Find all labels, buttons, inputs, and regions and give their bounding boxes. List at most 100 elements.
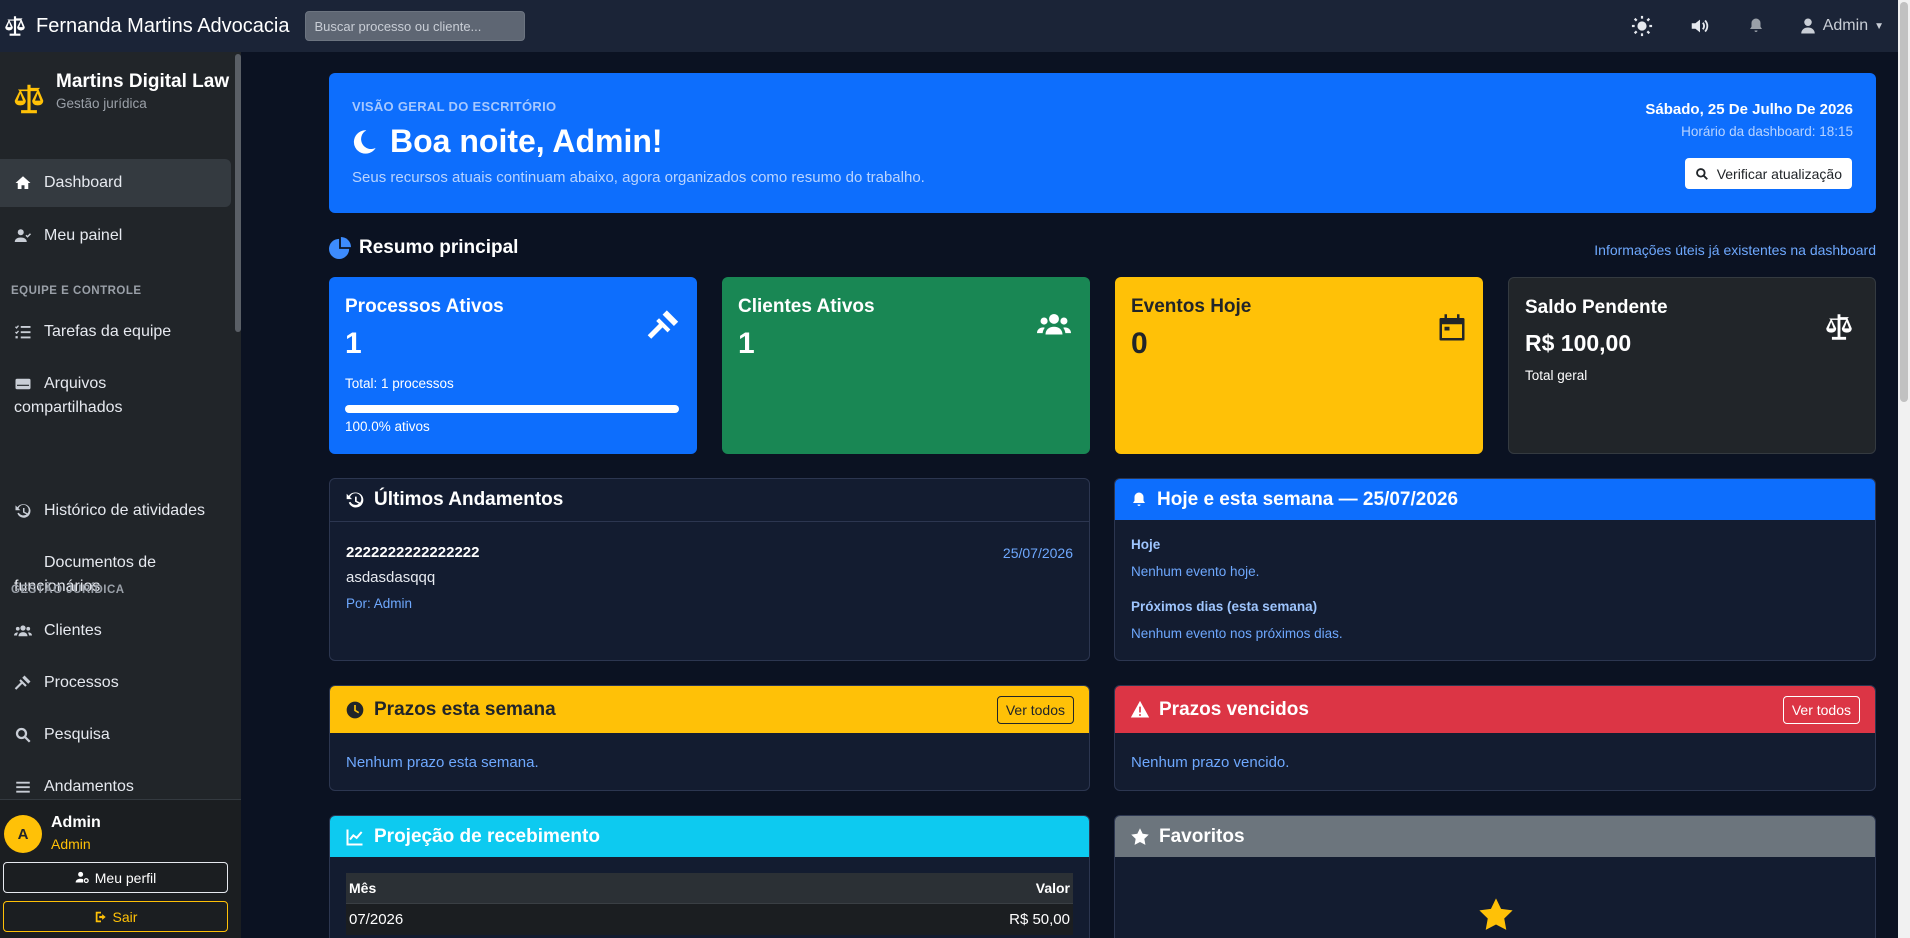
sidebar-item-label: Processos — [44, 674, 119, 691]
history-icon — [14, 499, 44, 523]
table-cell-value: R$ 50,00 — [1009, 911, 1070, 928]
today-label: Hoje — [1131, 537, 1161, 552]
stat-card-clientes[interactable]: Clientes Ativos 1 — [722, 277, 1090, 454]
avatar: A — [4, 815, 42, 853]
sidebar-item-tarefas[interactable]: Tarefas da equipe — [0, 320, 185, 344]
navbar-brand[interactable]: Fernanda Martins Advocacia — [0, 13, 289, 39]
next-days-text: Nenhum evento nos próximos dias. — [1131, 626, 1343, 641]
search-input[interactable] — [305, 11, 526, 41]
sidebar-item-label: Pesquisa — [44, 726, 110, 743]
prazos-semana-card: Prazos esta semana Ver todos Nenhum praz… — [329, 685, 1090, 791]
hero-time: Horário da dashboard: 18:15 — [1681, 124, 1853, 139]
star-icon — [1131, 827, 1149, 845]
sidebar-item-label: Clientes — [44, 622, 102, 639]
card-header: Últimos Andamentos — [330, 479, 1089, 522]
users-icon — [14, 619, 44, 643]
user-icon — [1800, 18, 1815, 34]
sidebar-item-label: Meu painel — [44, 227, 123, 244]
logout-label: Sair — [112, 908, 138, 925]
table-cell-month: 07/2026 — [349, 911, 404, 928]
welcome-hero: VISÃO GERAL DO ESCRITÓRIO Boa noite, Adm… — [329, 73, 1876, 213]
card-header: Favoritos — [1115, 816, 1875, 857]
scale-icon — [1826, 314, 1852, 340]
stat-card-saldo[interactable]: Saldo Pendente R$ 100,00 Total geral — [1508, 277, 1876, 454]
my-profile-label: Meu perfil — [94, 869, 157, 886]
sidebar-brand-name: Martins Digital Law — [56, 71, 230, 92]
list-check-icon — [14, 320, 44, 344]
column-header-valor: Valor — [1035, 880, 1070, 896]
projecao-table: Mês Valor 07/2026 R$ 50,00 — [346, 873, 1073, 935]
caret-down-icon: ▼ — [1874, 20, 1884, 32]
stat-card-processos[interactable]: Processos Ativos 1 Total: 1 processos 10… — [329, 277, 697, 454]
sidebar-brand-sub: Gestão jurídica — [56, 96, 147, 111]
andamento-item[interactable]: 2222222222222222 25/07/2026 asdasdasqqq … — [346, 544, 1073, 611]
sidebar-scrollbar[interactable] — [235, 54, 241, 332]
andamento-author: Por: Admin — [346, 596, 413, 611]
volume-icon[interactable] — [1687, 15, 1713, 37]
history-icon — [346, 492, 364, 508]
stat-value: 0 — [1131, 327, 1148, 360]
next-days-label: Próximos dias (esta semana) — [1131, 599, 1318, 614]
home-icon — [14, 171, 44, 195]
bell-icon[interactable] — [1747, 15, 1765, 37]
stat-card-eventos[interactable]: Eventos Hoje 0 — [1115, 277, 1483, 454]
sidebar-item-clientes[interactable]: Clientes — [0, 619, 116, 643]
prazos-semana-empty: Nenhum prazo esta semana. — [346, 754, 539, 771]
card-header: Prazos esta semana Ver todos — [330, 686, 1089, 733]
user-menu[interactable]: Admin ▼ — [1799, 17, 1884, 35]
ver-todos-button[interactable]: Ver todos — [1782, 695, 1860, 724]
sidebar-brand[interactable]: Martins Digital Law Gestão jurídica — [0, 52, 241, 159]
check-update-button[interactable]: Verificar atualização — [1684, 158, 1852, 189]
favoritos-card: Favoritos — [1114, 815, 1876, 938]
progress-text: 100.0% ativos — [345, 419, 430, 434]
sidebar-item-arquivos[interactable]: Arquivos compartilhados — [0, 372, 220, 420]
table-row: 07/2026 R$ 50,00 — [346, 903, 1073, 935]
user-menu-label: Admin — [1822, 17, 1869, 34]
sidebar-item-label: Tarefas da equipe — [44, 323, 172, 340]
sidebar-item-pesquisa[interactable]: Pesquisa — [0, 723, 124, 747]
table-header-row: Mês Valor — [346, 873, 1073, 903]
bell-icon — [1133, 492, 1145, 506]
calendar-icon — [1439, 314, 1465, 341]
hero-greeting-text: Boa noite, Admin! — [390, 123, 663, 159]
card-header: Hoje e esta semana — 25/07/2026 — [1115, 479, 1875, 520]
sidebar-item-historico[interactable]: Histórico de atividades — [0, 499, 219, 523]
sidebar-item-label: Dashboard — [44, 174, 123, 191]
stat-label: Saldo Pendente — [1525, 297, 1668, 318]
card-title: Prazos vencidos — [1159, 698, 1309, 720]
gavel-icon — [14, 671, 44, 695]
projecao-card: Projeção de recebimento Mês Valor 07/202… — [329, 815, 1090, 938]
theme-toggle-icon[interactable] — [1631, 15, 1653, 37]
scale-icon — [14, 84, 44, 114]
stat-value: 1 — [345, 327, 362, 360]
sidebar-item-andamentos[interactable]: Andamentos — [0, 775, 148, 799]
ver-todos-button[interactable]: Ver todos — [996, 695, 1074, 724]
logout-button[interactable]: Sair — [3, 901, 228, 932]
my-profile-button[interactable]: Meu perfil — [3, 862, 228, 893]
hdd-icon — [14, 372, 44, 396]
summary-link[interactable]: Informações úteis já existentes na dashb… — [1594, 242, 1876, 258]
hero-eyebrow: VISÃO GERAL DO ESCRITÓRIO — [352, 99, 557, 114]
card-title: Projeção de recebimento — [374, 825, 600, 847]
hero-greeting: Boa noite, Admin! — [350, 123, 663, 160]
users-icon — [1037, 313, 1071, 335]
page-scrollbar-thumb[interactable] — [1900, 2, 1908, 402]
moon-icon — [353, 129, 376, 154]
stat-label: Processos Ativos — [345, 296, 504, 317]
search-icon — [1695, 167, 1708, 180]
progress-fill — [345, 405, 679, 413]
stat-label: Eventos Hoje — [1131, 296, 1252, 317]
sidebar-item-processos[interactable]: Processos — [0, 671, 133, 695]
sidebar-user-name: Admin — [51, 814, 101, 831]
card-title: Favoritos — [1159, 825, 1245, 847]
sidebar-user-role: Admin — [51, 836, 91, 852]
card-header: Projeção de recebimento — [330, 816, 1089, 857]
sidebar-item-dashboard[interactable]: Dashboard — [0, 159, 231, 207]
top-navbar: Fernanda Martins Advocacia Admin ▼ — [0, 0, 1898, 52]
stat-label: Clientes Ativos — [738, 296, 875, 317]
user-check-icon — [14, 224, 44, 248]
summary-title-text: Resumo principal — [359, 237, 519, 258]
sidebar-item-meu-painel[interactable]: Meu painel — [0, 224, 136, 248]
prazos-vencidos-empty: Nenhum prazo vencido. — [1131, 754, 1290, 771]
summary-title: Resumo principal — [329, 237, 518, 259]
